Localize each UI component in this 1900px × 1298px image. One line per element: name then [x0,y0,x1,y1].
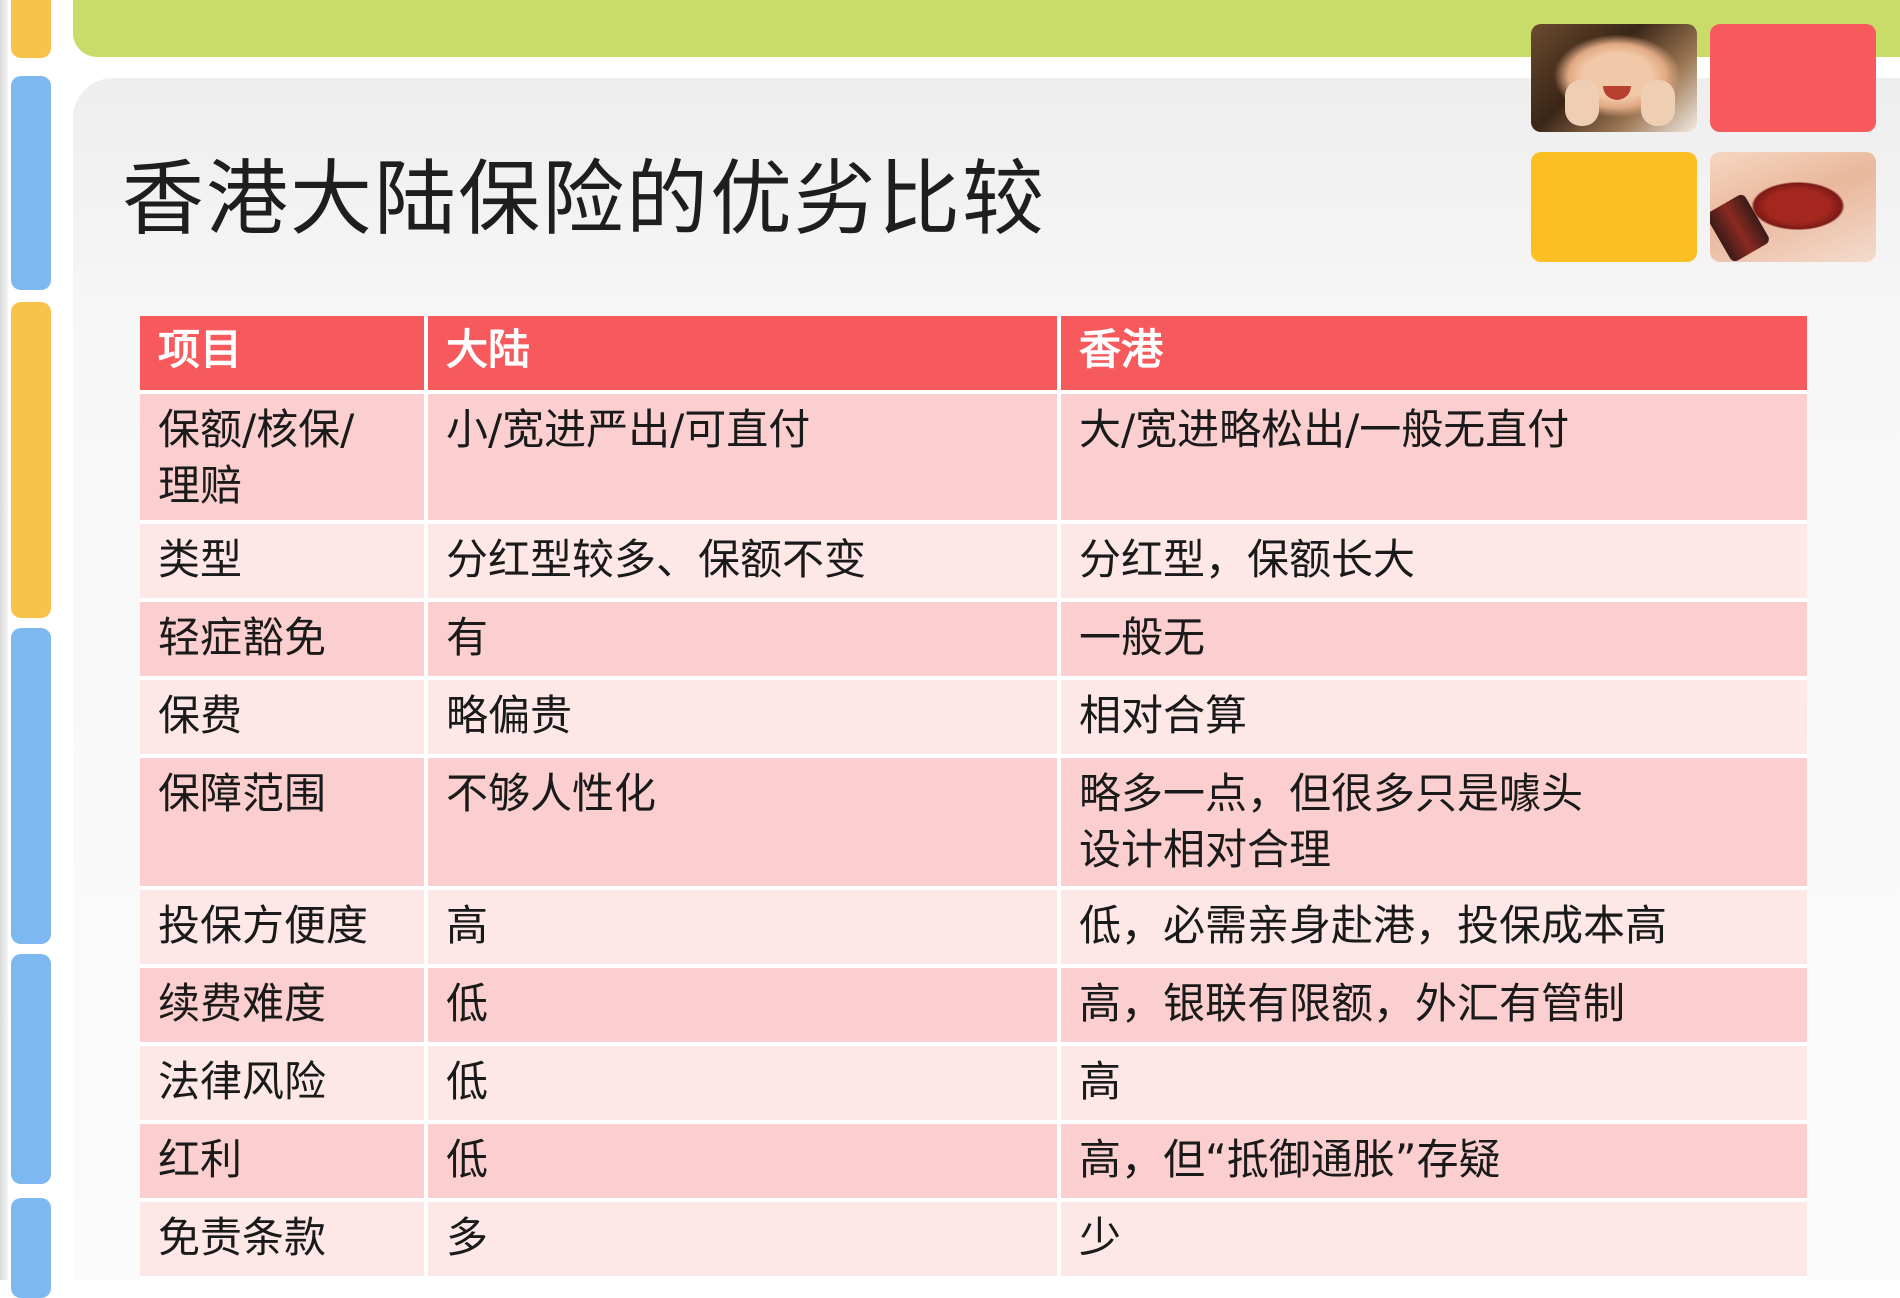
row-label: 法律风险 [140,1044,428,1124]
strip-segment-yellow [11,0,51,58]
hongkong-cell: 略多一点，但很多只是噱头 设计相对合理 [1059,756,1807,890]
mainland-cell: 高 [426,888,1061,968]
hongkong-cell: 分红型，保额长大 [1059,522,1807,602]
cell-text: 低，必需亲身赴港，投保成本高 [1079,901,1668,950]
cell-text: 高 [446,901,489,950]
row-label: 续费难度 [140,966,428,1046]
row-label: 轻症豁免 [140,600,428,680]
cell-text: 分红型，保额长大 [1079,535,1416,584]
mainland-cell: 多 [426,1200,1061,1280]
cell-text: 红利 [158,1135,243,1184]
cell-text: 保费 [158,691,243,740]
table-row: 保费 略偏贵 相对合算 [140,678,1807,758]
header-hongkong: 香港 [1059,316,1807,394]
table-row: 轻症豁免 有 一般无 [140,600,1807,680]
cell-text: 高，但“抵御通胀”存疑 [1079,1135,1501,1184]
cell-text: 保障范围 [158,769,327,818]
table-row: 免责条款 多 少 [140,1200,1807,1280]
cell-text: 高，银联有限额，外汇有管制 [1079,979,1626,1028]
mainland-cell: 略偏贵 [426,678,1061,758]
hand-shape [1641,80,1675,126]
cell-text: 小/宽进严出/可直付 [446,405,811,454]
hongkong-cell: 高 [1059,1044,1807,1124]
comparison-table: 项目 大陆 香港 保额/核保/ 理赔 小/宽进严出/可直付 大/宽进略松出/一般… [140,316,1807,1280]
table-row: 投保方便度 高 低，必需亲身赴港，投保成本高 [140,888,1807,968]
mainland-cell: 低 [426,966,1061,1046]
cell-text: 高 [1079,1057,1122,1106]
cell-text: 有 [446,613,489,662]
table-row: 红利 低 高，但“抵御通胀”存疑 [140,1122,1807,1202]
table-row: 类型 分红型较多、保额不变 分红型，保额长大 [140,522,1807,602]
cell-text: 分红型较多、保额不变 [446,535,867,584]
strip-segment-blue [11,76,51,290]
cell-text: 轻症豁免 [158,613,327,662]
header-item: 项目 [140,316,428,394]
mainland-cell: 不够人性化 [426,756,1061,890]
mainland-cell: 有 [426,600,1061,680]
row-label: 免责条款 [140,1200,428,1280]
row-label: 红利 [140,1122,428,1202]
row-label: 投保方便度 [140,888,428,968]
table-header-row: 项目 大陆 香港 [140,316,1807,394]
hongkong-cell: 一般无 [1059,600,1807,680]
lipstick-photo [1710,152,1876,262]
cell-text: 一般无 [1079,613,1206,662]
strip-shadow [0,0,8,1280]
cell-text: 不够人性化 [446,769,657,818]
hongkong-cell: 相对合算 [1059,678,1807,758]
smiling-woman-photo [1531,24,1697,132]
row-label: 保障范围 [140,756,428,890]
hongkong-cell: 少 [1059,1200,1807,1280]
cell-text: 少 [1079,1213,1122,1262]
cell-text: 低 [446,1057,489,1106]
mainland-cell: 低 [426,1122,1061,1202]
cell-text: 低 [446,979,489,1028]
cell-text: 略偏贵 [446,691,573,740]
strip-segment-blue [11,628,51,944]
mouth-shape [1603,86,1631,100]
cell-text: 法律风险 [158,1057,327,1106]
cell-text: 略多一点，但很多只是噱头 设计相对合理 [1079,769,1584,874]
hand-shape [1565,80,1599,126]
cell-text: 多 [446,1213,489,1262]
strip-segment-yellow [11,302,51,618]
strip-segment-blue [11,1198,51,1298]
red-color-tile [1710,24,1876,132]
cell-text: 续费难度 [158,979,327,1028]
table-row: 保障范围 不够人性化 略多一点，但很多只是噱头 设计相对合理 [140,756,1807,890]
left-decorative-strip [0,0,58,1298]
hongkong-cell: 大/宽进略松出/一般无直付 [1059,392,1807,524]
cell-text: 类型 [158,535,243,584]
hongkong-cell: 高，银联有限额，外汇有管制 [1059,966,1807,1046]
header-mainland: 大陆 [426,316,1061,394]
lips-shape [1748,180,1848,232]
slide-title: 香港大陆保险的优劣比较 [122,152,1047,247]
yellow-color-tile [1531,152,1697,262]
hongkong-cell: 低，必需亲身赴港，投保成本高 [1059,888,1807,968]
cell-text: 低 [446,1135,489,1184]
table-row: 续费难度 低 高，银联有限额，外汇有管制 [140,966,1807,1046]
mainland-cell: 小/宽进严出/可直付 [426,392,1061,524]
mainland-cell: 分红型较多、保额不变 [426,522,1061,602]
hongkong-cell: 高，但“抵御通胀”存疑 [1059,1122,1807,1202]
table-row: 法律风险 低 高 [140,1044,1807,1124]
cell-text: 相对合算 [1079,691,1248,740]
cell-text: 保额/核保/ 理赔 [158,405,355,510]
cell-text: 免责条款 [158,1213,327,1262]
strip-segment-blue [11,954,51,1184]
row-label: 类型 [140,522,428,602]
cell-text: 投保方便度 [158,901,369,950]
cell-text: 大/宽进略松出/一般无直付 [1079,405,1570,454]
mainland-cell: 低 [426,1044,1061,1124]
row-label: 保额/核保/ 理赔 [140,392,428,524]
table-row: 保额/核保/ 理赔 小/宽进严出/可直付 大/宽进略松出/一般无直付 [140,392,1807,524]
row-label: 保费 [140,678,428,758]
